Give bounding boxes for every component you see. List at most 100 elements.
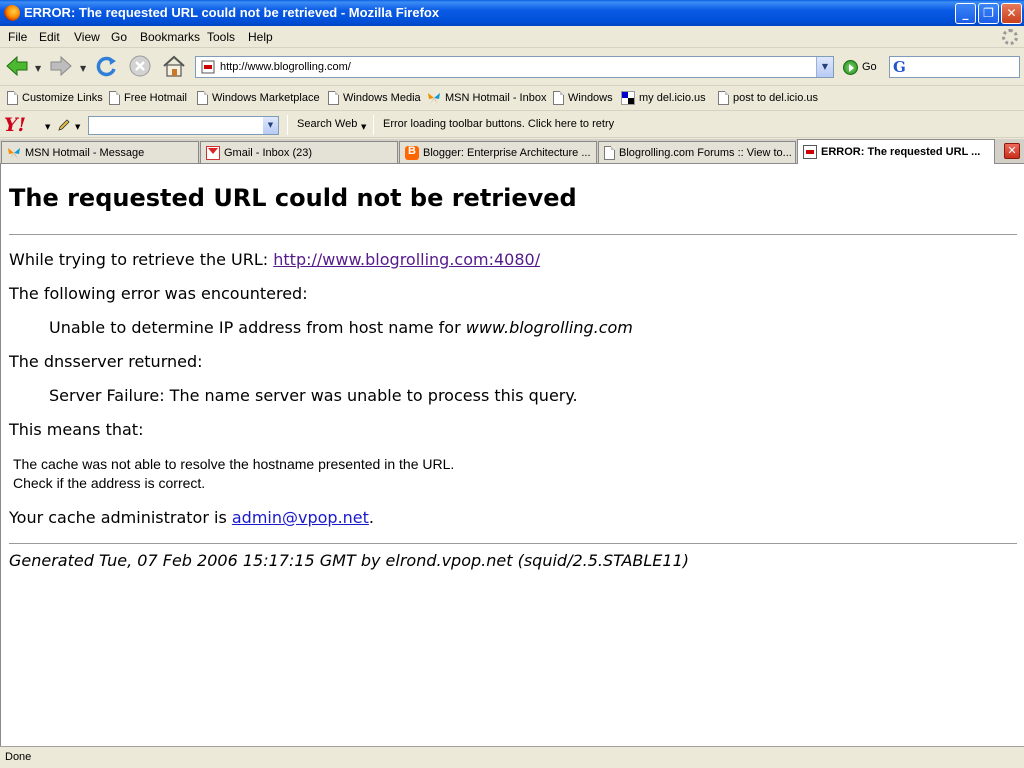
tab-msn-hotmail-message[interactable]: MSN Hotmail - Message [1, 141, 199, 163]
admin-line: Your cache administrator is admin@vpop.n… [9, 508, 374, 527]
means-line-1: The cache was not able to resolve the ho… [13, 456, 455, 472]
admin-prefix: Your cache administrator is [9, 508, 232, 527]
bookmarks-toolbar: Customize Links Free Hotmail Windows Mar… [0, 87, 1024, 111]
msn-butterfly-icon [428, 93, 440, 104]
status-bar: Done [0, 746, 1024, 768]
bookmark-label: Free Hotmail [124, 92, 187, 104]
yahoo-search-input[interactable] [91, 118, 261, 133]
bookmark-windows[interactable]: Windows [553, 91, 613, 105]
tab-label: Gmail - Inbox (23) [224, 146, 313, 159]
bookmark-label: Windows Media [343, 92, 421, 104]
tab-bar: MSN Hotmail - Message Gmail - Inbox (23)… [0, 139, 1024, 164]
bookmark-label: MSN Hotmail - Inbox [445, 92, 547, 104]
bookmark-label: post to del.icio.us [733, 92, 818, 104]
toolbar-separator [373, 115, 374, 135]
yahoo-logo-icon[interactable]: Y! [4, 114, 26, 136]
bookmark-free-hotmail[interactable]: Free Hotmail [109, 91, 187, 105]
msn-butterfly-icon [8, 147, 20, 159]
blogger-icon [405, 145, 419, 160]
toolbar-separator [287, 115, 288, 135]
pencil-dropdown-icon[interactable]: ▼ [75, 123, 80, 131]
tab-error-active[interactable]: ERROR: The requested URL ... [797, 139, 995, 164]
close-tab-button[interactable]: ✕ [1004, 143, 1020, 159]
tab-label: MSN Hotmail - Message [25, 146, 145, 159]
means-intro: This means that: [9, 420, 144, 439]
tab-label: ERROR: The requested URL ... [821, 146, 981, 158]
toolbar-error-retry-link[interactable]: Error loading toolbar buttons. Click her… [383, 118, 614, 130]
tab-blogger[interactable]: Blogger: Enterprise Architecture ... [399, 141, 597, 163]
window-title: ERROR: The requested URL could not be re… [24, 5, 440, 20]
retrieved-url-link[interactable]: http://www.blogrolling.com:4080/ [273, 250, 540, 269]
url-input[interactable] [220, 59, 810, 75]
gmail-icon [206, 145, 220, 160]
navigation-toolbar: ▼ ▼ ▼ Go G [0, 48, 1024, 86]
menu-file[interactable]: File [8, 30, 27, 44]
search-input[interactable] [912, 59, 1016, 75]
minimize-button[interactable]: _ [955, 3, 976, 24]
menu-tools[interactable]: Tools [207, 30, 235, 44]
yahoo-menu-dropdown-icon[interactable]: ▼ [45, 123, 50, 131]
bookmark-windows-marketplace[interactable]: Windows Marketplace [197, 91, 320, 105]
menu-bookmarks[interactable]: Bookmarks [140, 30, 200, 44]
forward-dropdown-icon[interactable]: ▼ [80, 64, 86, 73]
throbber-icon [1002, 29, 1018, 45]
title-bar: ERROR: The requested URL could not be re… [0, 0, 1024, 26]
page-icon [328, 91, 339, 105]
google-search-engine-icon[interactable]: G [893, 58, 906, 76]
menu-edit[interactable]: Edit [39, 30, 60, 44]
search-web-dropdown-icon[interactable]: ▼ [361, 123, 366, 131]
menu-view[interactable]: View [74, 30, 100, 44]
retrieve-prefix: While trying to retrieve the URL: [9, 250, 274, 269]
yahoo-toolbar: Y! ▼ ▼ ▼ Search Web ▼ Error loading tool… [0, 112, 1024, 138]
url-history-dropdown-icon[interactable]: ▼ [816, 57, 833, 77]
tab-gmail-inbox[interactable]: Gmail - Inbox (23) [200, 141, 398, 163]
bookmark-label: Windows [568, 92, 613, 104]
bookmark-customize-links[interactable]: Customize Links [7, 91, 103, 105]
firefox-logo-icon [4, 5, 20, 21]
retrieve-url-line: While trying to retrieve the URL: http:/… [9, 250, 540, 269]
bookmark-windows-media[interactable]: Windows Media [328, 91, 421, 105]
yahoo-search-dropdown-icon[interactable]: ▼ [263, 117, 278, 134]
delicious-icon [621, 91, 635, 105]
error-page-icon [803, 145, 817, 159]
bookmark-label: my del.icio.us [639, 92, 706, 104]
home-icon[interactable] [161, 53, 187, 79]
close-window-button[interactable]: ✕ [1001, 3, 1022, 24]
go-label: Go [862, 61, 877, 73]
error-page-favicon-icon [201, 60, 215, 74]
tab-label: Blogger: Enterprise Architecture ... [423, 146, 591, 159]
pencil-icon[interactable] [57, 118, 71, 132]
search-web-button[interactable]: Search Web [297, 118, 357, 130]
page-icon [7, 91, 18, 105]
page-icon [109, 91, 120, 105]
back-dropdown-icon[interactable]: ▼ [35, 64, 41, 73]
means-line-2: Check if the address is correct. [13, 475, 206, 491]
page-icon [197, 91, 208, 105]
back-arrow-icon[interactable] [4, 53, 30, 79]
page-heading: The requested URL could not be retrieved [9, 184, 577, 212]
divider [9, 234, 1017, 235]
divider [9, 543, 1017, 544]
menu-go[interactable]: Go [111, 30, 127, 44]
address-bar[interactable]: ▼ [195, 56, 834, 78]
bookmark-msn-hotmail-inbox[interactable]: MSN Hotmail - Inbox [427, 91, 546, 105]
maximize-button[interactable]: ❐ [978, 3, 999, 24]
forward-arrow-icon[interactable] [48, 53, 74, 79]
go-button[interactable]: Go [843, 58, 877, 76]
yahoo-search-box[interactable]: ▼ [88, 116, 279, 135]
search-box[interactable]: G [889, 56, 1020, 78]
menu-help[interactable]: Help [248, 30, 273, 44]
tab-blogrolling-forums[interactable]: Blogrolling.com Forums :: View to... [598, 141, 796, 163]
error-detail: Unable to determine IP address from host… [49, 318, 633, 337]
status-text: Done [5, 751, 32, 763]
bookmark-my-delicious[interactable]: my del.icio.us [621, 91, 706, 105]
admin-email-link[interactable]: admin@vpop.net [232, 508, 369, 527]
bookmark-post-to-delicious[interactable]: post to del.icio.us [718, 91, 818, 105]
error-intro: The following error was encountered: [9, 284, 308, 303]
error-detail-text: Unable to determine IP address from host… [49, 318, 466, 337]
page-icon [604, 145, 615, 160]
reload-icon[interactable] [93, 53, 119, 79]
stop-icon[interactable] [127, 53, 153, 79]
menu-bar: File Edit View Go Bookmarks Tools Help [0, 26, 1024, 48]
page-icon [553, 91, 564, 105]
